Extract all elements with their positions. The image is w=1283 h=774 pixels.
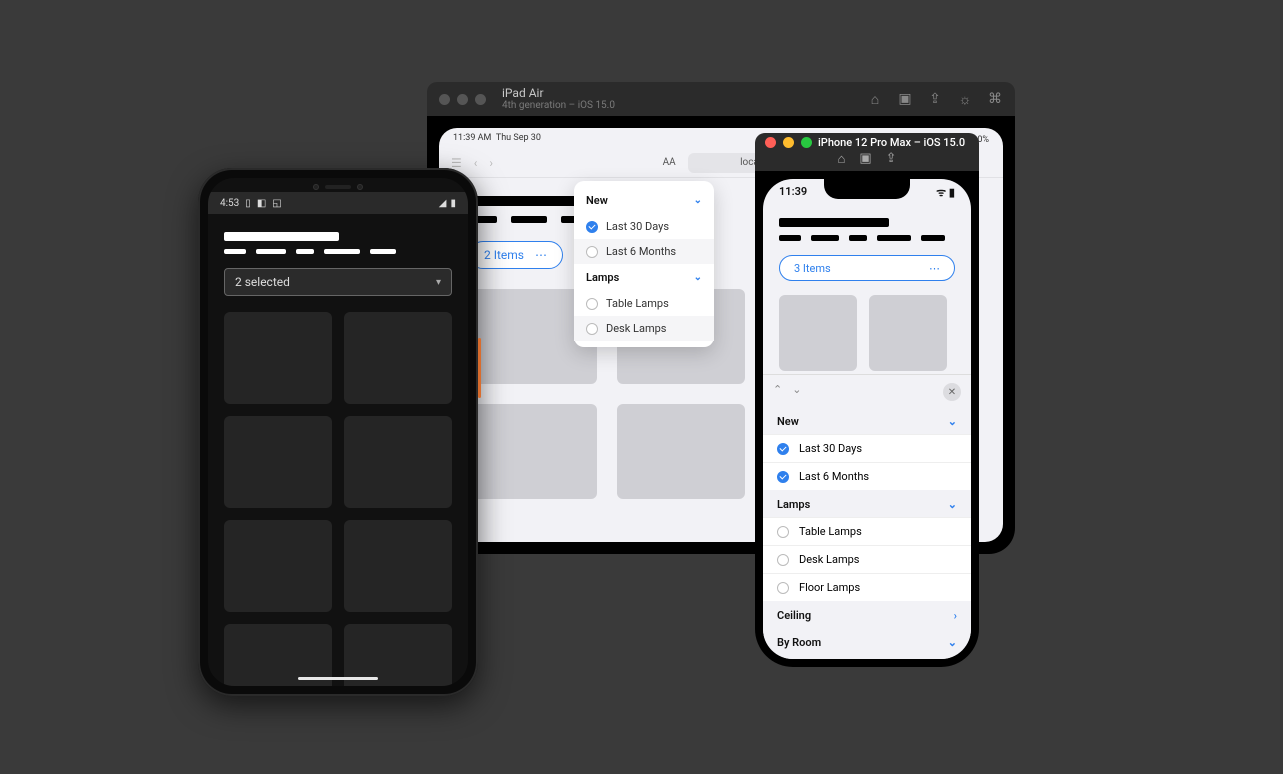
chevron-down-icon: ⌄ xyxy=(948,636,957,649)
iphone-device-frame: 11:39 ᯤ ▮ 3 Items ⋯ xyxy=(755,171,979,667)
page-subtitle xyxy=(224,249,452,254)
home-icon[interactable]: ⌂ xyxy=(867,91,883,108)
filter-popover: New ⌄ Last 30 Days Last 6 Months Lamps ⌄ xyxy=(574,181,714,347)
filter-section-lamps[interactable]: Lamps⌄ xyxy=(763,490,971,517)
filter-pill[interactable]: 2 Items ⋯ xyxy=(469,241,563,269)
text-size-control[interactable]: AA xyxy=(663,157,676,168)
radio-icon xyxy=(586,298,598,310)
close-icon[interactable]: ✕ xyxy=(943,383,961,401)
filter-section-new[interactable]: New ⌄ xyxy=(574,187,714,214)
chevron-down-icon: ▾ xyxy=(436,277,441,288)
product-tile[interactable] xyxy=(869,295,947,371)
radio-icon xyxy=(586,323,598,335)
product-tile[interactable] xyxy=(779,295,857,371)
product-tile[interactable] xyxy=(224,416,332,508)
home-indicator[interactable] xyxy=(298,677,378,680)
filter-option-table-lamps[interactable]: Table Lamps xyxy=(574,291,714,316)
iphone-notch xyxy=(824,179,910,199)
filter-pill-label: 2 Items xyxy=(484,248,524,262)
product-tile[interactable] xyxy=(469,404,597,499)
filter-option-desk-lamps[interactable]: Desk Lamps xyxy=(574,316,714,341)
window-title: iPad Air xyxy=(502,87,857,100)
filter-section-lamps[interactable]: Lamps ⌄ xyxy=(574,264,714,291)
filter-section-new[interactable]: New⌄ xyxy=(763,407,971,434)
more-icon: ⋯ xyxy=(535,248,548,262)
product-tile[interactable] xyxy=(617,404,745,499)
sheet-up-icon[interactable]: ⌃ xyxy=(773,383,782,401)
chevron-down-icon: ⌄ xyxy=(948,415,957,428)
filter-section-ceiling[interactable]: Ceiling› xyxy=(763,601,971,628)
android-sensor xyxy=(313,183,363,191)
appearance-icon[interactable]: ☼ xyxy=(957,91,973,108)
status-time: 4:53 xyxy=(220,198,239,209)
radio-icon xyxy=(777,554,789,566)
filter-option-table-lamps[interactable]: Table Lamps xyxy=(763,517,971,545)
ipad-sim-titlebar: iPad Air 4th generation – iOS 15.0 ⌂ ▣ ⇪… xyxy=(427,82,1015,116)
screenshot-icon[interactable]: ▣ xyxy=(897,91,913,108)
filter-option-last-6m[interactable]: Last 6 Months xyxy=(763,462,971,490)
keyboard-icon[interactable]: ⌘ xyxy=(987,91,1003,108)
chevron-down-icon: ⌄ xyxy=(948,498,957,511)
product-tile[interactable] xyxy=(344,416,452,508)
filter-pill-label: 3 Items xyxy=(794,262,831,275)
filter-section-by-room[interactable]: By Room⌄ xyxy=(763,628,971,659)
status-time: 11:39 AM xyxy=(453,133,491,143)
status-date: Thu Sep 30 xyxy=(496,133,541,143)
product-tile[interactable] xyxy=(344,312,452,404)
sim-toolbar-icons: ⌂ ▣ ⇪ ☼ ⌘ xyxy=(867,91,1003,108)
filter-sheet: ⌃ ⌄ ✕ New⌄ Last 30 Days Last 6 Months xyxy=(763,374,971,659)
product-tile[interactable] xyxy=(344,520,452,612)
screenshot-icon[interactable]: ▣ xyxy=(859,151,871,167)
page-title xyxy=(779,218,889,227)
page-title xyxy=(469,196,589,206)
page-subtitle xyxy=(779,235,955,241)
filter-pill[interactable]: 3 Items ⋯ xyxy=(779,255,955,281)
radio-checked-icon xyxy=(777,443,789,455)
filter-option-last-6m[interactable]: Last 6 Months xyxy=(574,239,714,264)
select-label: 2 selected xyxy=(235,275,290,289)
chevron-right-icon: › xyxy=(954,609,957,622)
notification-icon: ◱ xyxy=(272,198,281,209)
filter-option-last-30[interactable]: Last 30 Days xyxy=(763,434,971,462)
radio-icon xyxy=(586,246,598,258)
back-icon[interactable]: ‹ xyxy=(474,156,478,170)
sidebar-icon[interactable]: ☰ xyxy=(451,156,462,170)
window-title: iPhone 12 Pro Max – iOS 15.0 xyxy=(818,136,965,149)
android-status-bar: 4:53 ▯ ◧ ◱ ◢ ▮ xyxy=(208,192,468,214)
filter-option-floor-lamps[interactable]: Floor Lamps xyxy=(763,573,971,601)
radio-icon xyxy=(777,582,789,594)
signal-icon: ◢ xyxy=(439,198,447,209)
forward-icon[interactable]: › xyxy=(489,156,493,170)
more-icon: ⋯ xyxy=(929,262,940,275)
lock-icon: ▯ xyxy=(245,198,251,209)
page-title xyxy=(224,232,339,241)
status-time: 11:39 xyxy=(779,185,807,200)
sheet-down-icon[interactable]: ⌄ xyxy=(792,383,801,401)
battery-icon: ▮ xyxy=(450,198,456,209)
home-icon[interactable]: ⌂ xyxy=(837,151,845,167)
radio-checked-icon xyxy=(586,221,598,233)
share-icon[interactable]: ⇪ xyxy=(886,151,897,167)
android-device-frame: 4:53 ▯ ◧ ◱ ◢ ▮ 2 selected ▾ xyxy=(198,168,478,696)
status-indicators: ᯤ ▮ xyxy=(936,185,955,200)
radio-checked-icon xyxy=(777,471,789,483)
radio-icon xyxy=(777,526,789,538)
chevron-down-icon: ⌄ xyxy=(694,272,702,283)
share-icon[interactable]: ⇪ xyxy=(927,91,943,108)
window-subtitle: 4th generation – iOS 15.0 xyxy=(502,100,857,111)
filter-option-last-30[interactable]: Last 30 Days xyxy=(574,214,714,239)
filter-select[interactable]: 2 selected ▾ xyxy=(224,268,452,296)
chevron-down-icon: ⌄ xyxy=(694,195,702,206)
traffic-lights[interactable] xyxy=(765,137,812,148)
traffic-lights[interactable] xyxy=(439,94,486,105)
filter-option-desk-lamps[interactable]: Desk Lamps xyxy=(763,545,971,573)
product-tile[interactable] xyxy=(224,520,332,612)
iphone-sim-titlebar: iPhone 12 Pro Max – iOS 15.0 ⌂ ▣ ⇪ xyxy=(755,133,979,171)
notification-icon: ◧ xyxy=(257,198,266,209)
product-tile[interactable] xyxy=(224,312,332,404)
iphone-sim-window: iPhone 12 Pro Max – iOS 15.0 ⌂ ▣ ⇪ 11:39… xyxy=(755,133,979,667)
